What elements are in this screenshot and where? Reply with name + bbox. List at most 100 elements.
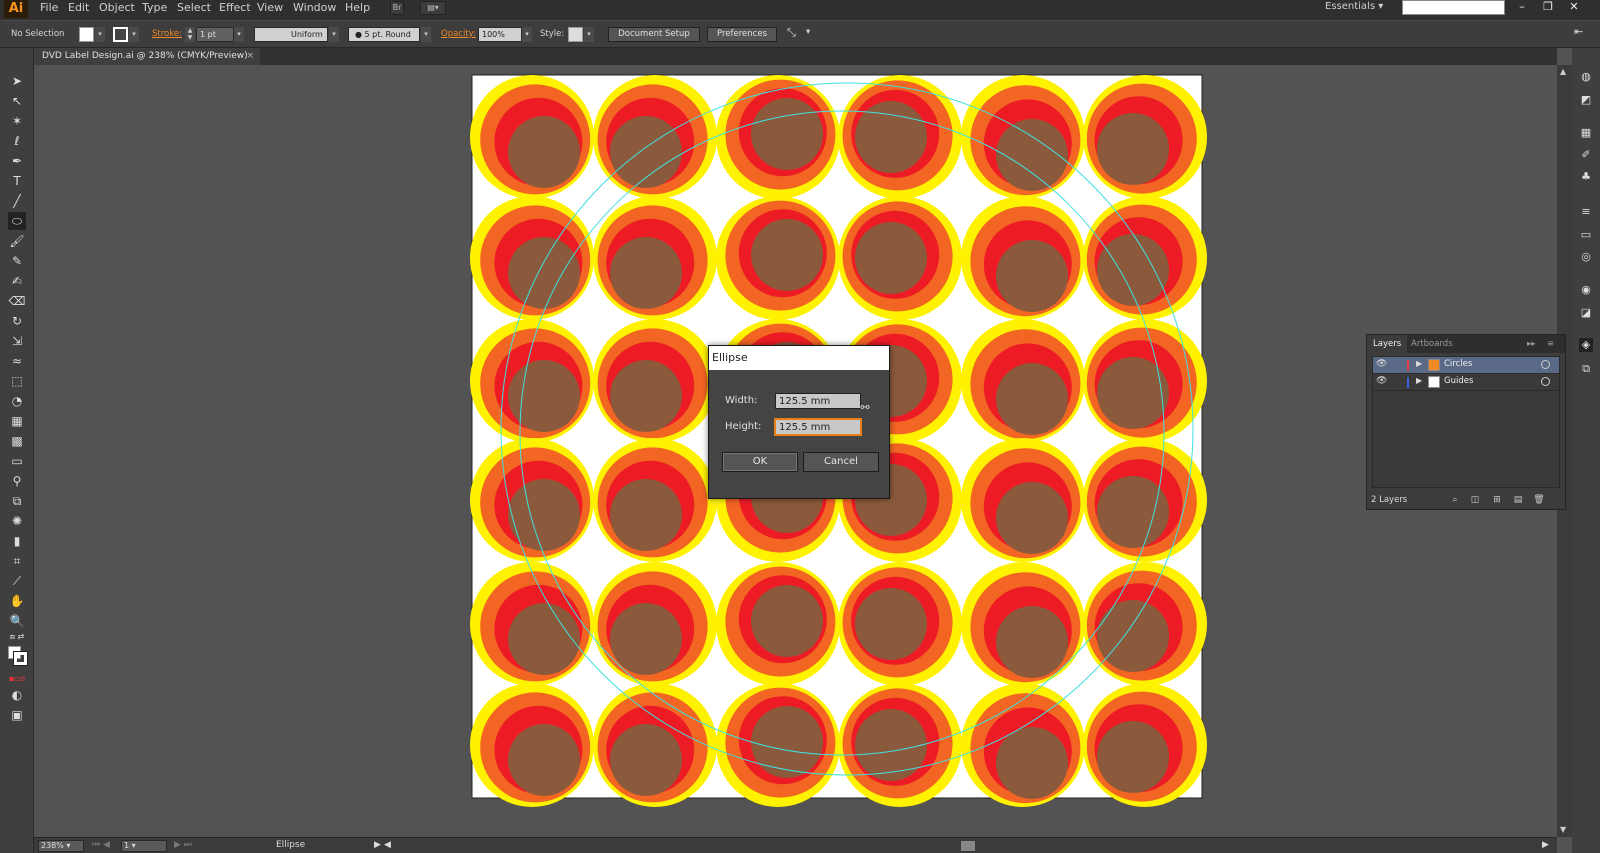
chevron-down-icon[interactable]: ▾: [806, 27, 810, 37]
circle-group[interactable]: [1083, 683, 1207, 807]
hand-tool-icon[interactable]: ✋: [8, 592, 26, 610]
blob-brush-tool-icon[interactable]: ✍: [8, 272, 26, 290]
circle-group[interactable]: [716, 196, 840, 320]
circle-group[interactable]: [838, 562, 962, 686]
perspective-grid-tool-icon[interactable]: ▦: [8, 412, 26, 430]
circle-group[interactable]: [961, 562, 1085, 686]
drawing-mode-icon[interactable]: ◐: [8, 686, 26, 704]
tab-artboards[interactable]: Artboards: [1405, 335, 1459, 353]
visibility-eye-icon[interactable]: 👁: [1376, 376, 1387, 386]
selection-tool-icon[interactable]: ➤: [8, 72, 26, 90]
workspace-switcher[interactable]: Essentials ▾: [1325, 0, 1383, 14]
opacity-field[interactable]: 100%: [478, 27, 522, 42]
magic-wand-tool-icon[interactable]: ✶: [8, 112, 26, 130]
paintbrush-tool-icon[interactable]: 🖌: [8, 232, 26, 250]
transparency-icon[interactable]: ◎: [1579, 250, 1593, 264]
pencil-tool-icon[interactable]: ✎: [8, 252, 26, 270]
document-setup-button[interactable]: Document Setup: [608, 27, 700, 42]
close-icon[interactable]: ✕: [1564, 0, 1584, 15]
circle-group[interactable]: [593, 562, 717, 686]
eyedropper-tool-icon[interactable]: ⚲: [8, 472, 26, 490]
lasso-tool-icon[interactable]: ℓ: [8, 132, 26, 150]
new-sublayer-icon[interactable]: ⊞: [1491, 494, 1503, 506]
target-icon[interactable]: [1541, 377, 1550, 386]
scale-tool-icon[interactable]: ⇲: [8, 332, 26, 350]
close-tab-icon[interactable]: ×: [246, 48, 254, 65]
width-input[interactable]: [775, 393, 861, 409]
warp-tool-icon[interactable]: ≈: [8, 352, 26, 370]
ok-button[interactable]: OK: [722, 452, 798, 472]
bridge-button[interactable]: Br: [390, 1, 404, 15]
menu-effect[interactable]: Effect: [219, 0, 251, 20]
menu-file[interactable]: File: [40, 0, 58, 20]
circle-group[interactable]: [961, 196, 1085, 320]
height-input[interactable]: [775, 419, 861, 435]
stroke-swatch-dropdown[interactable]: ▾: [129, 27, 139, 42]
symbols-icon[interactable]: ♣: [1579, 170, 1593, 184]
target-icon[interactable]: [1541, 360, 1550, 369]
panel-menu-icon[interactable]: ≡: [1547, 335, 1554, 353]
new-layer-icon[interactable]: ▤: [1512, 494, 1524, 506]
column-graph-tool-icon[interactable]: ▮: [8, 532, 26, 550]
collapse-panel-icon[interactable]: ▸▸: [1527, 335, 1536, 353]
circle-group[interactable]: [1083, 196, 1207, 320]
opacity-dropdown[interactable]: ▾: [522, 27, 532, 42]
graphic-styles-icon[interactable]: ◪: [1579, 306, 1593, 320]
circle-group[interactable]: [470, 438, 594, 562]
zoom-field[interactable]: 238% ▾: [38, 840, 84, 852]
circle-group[interactable]: [1083, 75, 1207, 199]
blend-tool-icon[interactable]: ⧉: [8, 492, 26, 510]
first-artboard-icon[interactable]: ⏮ ◀: [92, 840, 110, 850]
fill-swatch[interactable]: [79, 27, 94, 42]
circle-group[interactable]: [716, 683, 840, 807]
circle-group[interactable]: [961, 319, 1085, 443]
stroke-swatch[interactable]: [113, 27, 128, 42]
last-artboard-icon[interactable]: ▶ ⏭: [174, 840, 192, 850]
swatches-icon[interactable]: ▦: [1579, 126, 1593, 140]
panel-menu-icon[interactable]: ⇤: [1574, 25, 1583, 38]
scroll-left-icon[interactable]: ◀: [384, 840, 391, 850]
circle-group[interactable]: [593, 319, 717, 443]
menu-view[interactable]: View: [257, 0, 283, 20]
pen-tool-icon[interactable]: ✒: [8, 152, 26, 170]
color-guide-icon[interactable]: ◍: [1579, 70, 1593, 84]
appearance-icon[interactable]: ◉: [1579, 283, 1593, 297]
color-panel-icon[interactable]: ◩: [1579, 93, 1593, 107]
fill-stroke-icon[interactable]: [8, 646, 28, 666]
brushes-icon[interactable]: ✐: [1579, 148, 1593, 162]
locate-object-icon[interactable]: ⌕: [1449, 494, 1461, 506]
constrain-proportions-icon[interactable]: ⚯: [859, 401, 871, 415]
direct-selection-tool-icon[interactable]: ↖: [8, 92, 26, 110]
opacity-panel-link[interactable]: Opacity:: [441, 29, 476, 39]
screen-mode-icon[interactable]: ▣: [8, 706, 26, 724]
default-colors-icon[interactable]: ⧈ ⇄: [8, 628, 26, 646]
circle-group[interactable]: [593, 438, 717, 562]
menu-select[interactable]: Select: [177, 0, 211, 20]
stroke-weight-dropdown[interactable]: ▾: [234, 27, 244, 42]
graphic-style-swatch[interactable]: [568, 27, 583, 42]
free-transform-tool-icon[interactable]: ⬚: [8, 372, 26, 390]
arrange-documents-button[interactable]: ▤▾: [420, 1, 446, 15]
delete-layer-icon[interactable]: 🗑: [1533, 494, 1545, 506]
line-tool-icon[interactable]: ╱: [8, 192, 26, 210]
shape-builder-tool-icon[interactable]: ◔: [8, 392, 26, 410]
circle-group[interactable]: [838, 196, 962, 320]
stroke-panel-link[interactable]: Stroke:: [152, 29, 182, 39]
expand-triangle-icon[interactable]: ▶: [1416, 359, 1422, 368]
horizontal-scroll-thumb[interactable]: [961, 841, 975, 851]
layer-row-circles[interactable]: 👁 ▶ Circles: [1373, 357, 1559, 374]
stroke-weight-stepper[interactable]: ▲ ▼: [185, 27, 195, 42]
circle-group[interactable]: [470, 683, 594, 807]
document-tab[interactable]: DVD Label Design.ai @ 238% (CMYK/Preview…: [34, 48, 260, 65]
brush-dropdown[interactable]: ▾: [421, 27, 431, 42]
mesh-tool-icon[interactable]: ▩: [8, 432, 26, 450]
cancel-button[interactable]: Cancel: [803, 452, 879, 472]
brush-definition-field[interactable]: ● 5 pt. Round: [348, 27, 420, 42]
artboards-icon[interactable]: ⧉: [1579, 362, 1593, 376]
scroll-right-icon[interactable]: ▶: [1542, 840, 1549, 850]
circle-group[interactable]: [716, 562, 840, 686]
restore-icon[interactable]: ❐: [1538, 0, 1558, 15]
symbol-sprayer-tool-icon[interactable]: ✺: [8, 512, 26, 530]
preferences-button[interactable]: Preferences: [707, 27, 777, 42]
circle-group[interactable]: [716, 75, 840, 199]
